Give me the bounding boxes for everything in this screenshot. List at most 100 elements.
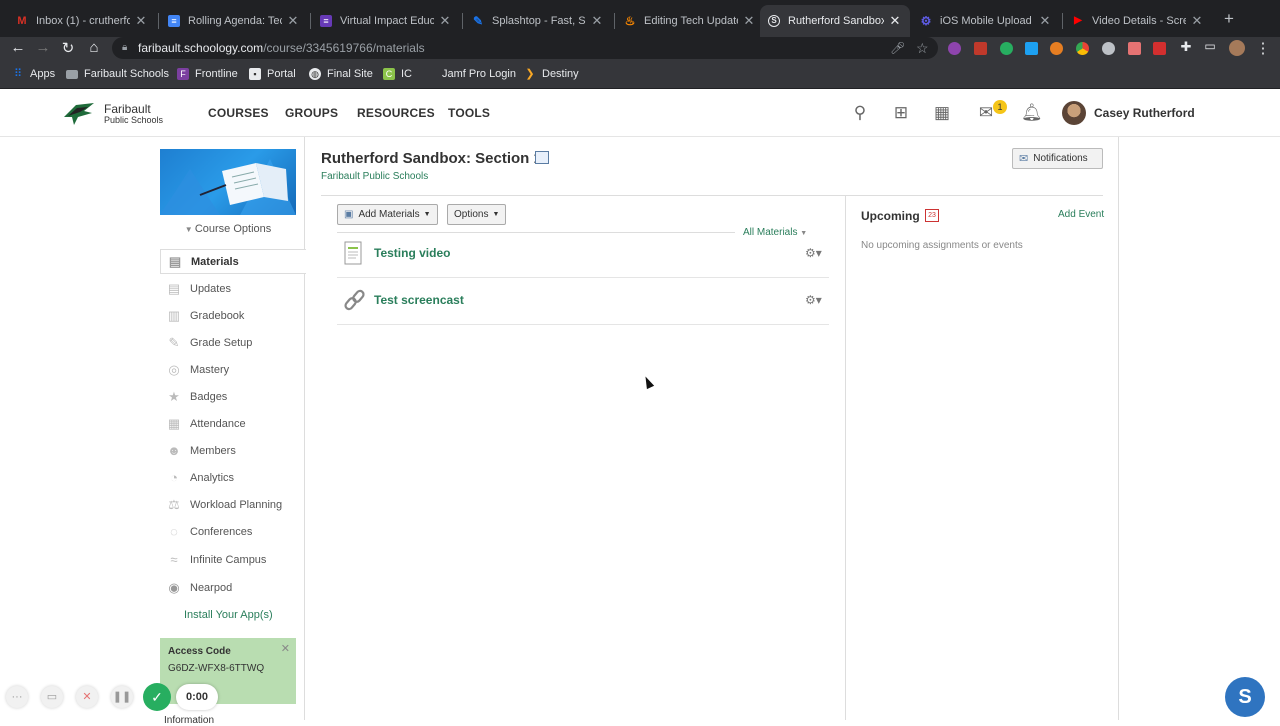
browser-tab-1[interactable]: ≡ Rolling Agenda: Techn ✕ bbox=[160, 5, 308, 37]
schoology-help-button[interactable]: S bbox=[1225, 677, 1265, 717]
bell-icon[interactable]: 🔔︎ bbox=[1021, 104, 1043, 122]
extension-icon[interactable] bbox=[1153, 42, 1166, 55]
sidebar-item-infinite-campus[interactable]: ≈ Infinite Campus bbox=[160, 547, 305, 572]
extension-icon[interactable] bbox=[1128, 42, 1141, 55]
school-link[interactable]: Faribault Public Schools bbox=[321, 171, 428, 182]
material-title[interactable]: Test screencast bbox=[374, 293, 464, 307]
avatar[interactable] bbox=[1062, 101, 1086, 125]
grid-apps-icon[interactable]: ⊞ bbox=[891, 104, 911, 122]
browser-tab-6[interactable]: ⚙ iOS Mobile Upload ✕ bbox=[912, 5, 1060, 37]
material-row[interactable]: Test screencast ⚙▾ bbox=[337, 279, 829, 325]
bookmark-portal[interactable]: ▪ Portal bbox=[249, 68, 296, 80]
home-icon[interactable]: ⌂ bbox=[84, 39, 104, 56]
close-tab-icon[interactable]: ✕ bbox=[134, 13, 148, 29]
address-bar[interactable]: 🔒︎ faribault.schoology.com/course/334561… bbox=[112, 37, 938, 59]
divider bbox=[1118, 137, 1119, 720]
profile-avatar-icon[interactable] bbox=[1229, 40, 1245, 56]
cast-icon[interactable]: ▭ bbox=[1200, 39, 1220, 53]
sidebar-item-grade-setup[interactable]: ✎ Grade Setup bbox=[160, 330, 305, 355]
sidebar-item-members[interactable]: ☻ Members bbox=[160, 438, 305, 463]
reload-icon[interactable]: ↻ bbox=[58, 39, 78, 57]
forward-arrow-icon[interactable]: → bbox=[33, 39, 53, 56]
bookmark-frontline[interactable]: F Frontline bbox=[177, 68, 238, 80]
splashtop-icon: ✎ bbox=[472, 14, 484, 28]
close-tab-icon[interactable]: ✕ bbox=[888, 13, 902, 29]
bookmark-apps[interactable]: ⠿ Apps bbox=[12, 68, 55, 80]
bookmark-star-icon[interactable]: ☆ bbox=[916, 37, 929, 59]
options-button[interactable]: Options ▼ bbox=[447, 204, 507, 225]
falcon-logo-icon[interactable] bbox=[62, 99, 96, 127]
sidebar-item-attendance[interactable]: ▦ Attendance bbox=[160, 411, 305, 436]
gear-icon[interactable]: ⚙▾ bbox=[805, 293, 822, 307]
nav-groups[interactable]: GROUPS bbox=[285, 106, 338, 120]
apps-grid-icon: ⠿ bbox=[13, 68, 23, 80]
cancel-recording-icon[interactable]: ✕ bbox=[76, 686, 98, 708]
new-tab-button[interactable]: + bbox=[1220, 9, 1238, 29]
browser-tab-4[interactable]: ♨ Editing Tech Updates ✕ bbox=[616, 5, 764, 37]
logo-subtext: Public Schools bbox=[104, 115, 164, 125]
sidebar-item-nearpod[interactable]: ◉ Nearpod bbox=[160, 575, 305, 600]
kebab-menu-icon[interactable]: ⋮ bbox=[1253, 39, 1273, 57]
close-tab-icon[interactable]: ✕ bbox=[1038, 13, 1052, 29]
sidebar-item-materials[interactable]: ▤ Materials bbox=[160, 249, 306, 274]
materials-icon: ▤ bbox=[168, 253, 182, 269]
browser-tab-2[interactable]: ≡ Virtual Impact Educati ✕ bbox=[312, 5, 460, 37]
browser-tab-7[interactable]: ▶ Video Details - Screen ✕ bbox=[1064, 5, 1212, 37]
extension-icon[interactable] bbox=[1102, 42, 1115, 55]
extension-icon[interactable] bbox=[974, 42, 987, 55]
notifications-button[interactable]: ✉ Notifications bbox=[1012, 148, 1103, 169]
sidebar-item-conferences[interactable]: ◌ Conferences bbox=[160, 519, 305, 544]
browser-tab-5-active[interactable]: S Rutherford Sandbox: S ✕ bbox=[760, 5, 910, 37]
nav-tools[interactable]: TOOLS bbox=[448, 106, 490, 120]
members-icon: ☻ bbox=[167, 442, 181, 458]
install-apps-link[interactable]: Install Your App(s) bbox=[184, 609, 273, 621]
bookmark-final-site[interactable]: ◍ Final Site bbox=[309, 68, 373, 80]
nav-resources[interactable]: RESOURCES bbox=[357, 106, 435, 120]
microphone-icon[interactable]: 🎤︎ bbox=[890, 37, 905, 59]
webcam-icon[interactable]: ▭ bbox=[41, 686, 63, 708]
back-arrow-icon[interactable]: ← bbox=[8, 39, 28, 56]
browser-tab-3[interactable]: ✎ Splashtop - Fast, Sec ✕ bbox=[464, 5, 612, 37]
sidebar-item-gradebook[interactable]: ▥ Gradebook bbox=[160, 303, 305, 328]
close-tab-icon[interactable]: ✕ bbox=[742, 13, 756, 29]
sidebar-item-updates[interactable]: ▤ Updates bbox=[160, 276, 305, 301]
sidebar-item-workload-planning[interactable]: ⚖ Workload Planning bbox=[160, 492, 305, 517]
browser-tab-0[interactable]: M Inbox (1) - crutherford ✕ bbox=[8, 5, 156, 37]
globe-icon: ◍ bbox=[309, 68, 321, 80]
more-options-icon[interactable]: ··· bbox=[6, 686, 28, 708]
calendar-icon[interactable]: ▦ bbox=[932, 104, 952, 122]
close-tab-icon[interactable]: ✕ bbox=[438, 13, 452, 29]
schoology-icon: S bbox=[768, 15, 780, 27]
close-tab-icon[interactable]: ✕ bbox=[590, 13, 604, 29]
extension-icon[interactable] bbox=[1050, 42, 1063, 55]
pause-icon[interactable]: ❚❚ bbox=[111, 686, 133, 708]
sidebar-item-analytics[interactable]: ◔ Analytics bbox=[160, 465, 305, 490]
bookmark-faribault-schools[interactable]: Faribault Schools bbox=[66, 68, 169, 80]
finish-recording-check-icon[interactable]: ✓ bbox=[143, 683, 171, 711]
bookmark-ic[interactable]: C IC bbox=[383, 68, 412, 80]
add-materials-button[interactable]: ▣ Add Materials ▼ bbox=[337, 204, 438, 225]
gear-icon[interactable]: ⚙▾ bbox=[805, 246, 822, 260]
puzzle-extensions-icon[interactable]: ✚ bbox=[1176, 39, 1196, 55]
course-options-toggle[interactable]: ▼ Course Options bbox=[160, 223, 296, 235]
material-row[interactable]: Testing video ⚙▾ bbox=[337, 232, 829, 278]
sidebar-item-badges[interactable]: ★ Badges bbox=[160, 384, 305, 409]
add-event-link[interactable]: Add Event bbox=[1058, 209, 1104, 220]
search-icon[interactable]: ⚲ bbox=[850, 104, 870, 122]
bookmark-jamf-pro-login[interactable]: Jamf Pro Login bbox=[424, 68, 516, 80]
nav-courses[interactable]: COURSES bbox=[208, 106, 269, 120]
caret-down-icon: ▼ bbox=[184, 225, 195, 234]
twitter-icon[interactable] bbox=[1025, 42, 1038, 55]
sidebar-item-mastery[interactable]: ◎ Mastery bbox=[160, 357, 305, 382]
calendar-icon[interactable]: 23 bbox=[925, 209, 939, 222]
evernote-icon[interactable] bbox=[1000, 42, 1013, 55]
user-name[interactable]: Casey Rutherford bbox=[1094, 106, 1195, 120]
course-info-book-icon[interactable] bbox=[535, 151, 549, 164]
extension-icon[interactable] bbox=[948, 42, 961, 55]
close-tab-icon[interactable]: ✕ bbox=[286, 13, 300, 29]
close-icon[interactable]: ✕ bbox=[281, 642, 290, 655]
bookmark-destiny[interactable]: ❯ Destiny bbox=[524, 68, 578, 80]
close-tab-icon[interactable]: ✕ bbox=[1190, 13, 1204, 29]
chrome-icon[interactable] bbox=[1076, 42, 1089, 55]
material-title[interactable]: Testing video bbox=[374, 246, 450, 260]
